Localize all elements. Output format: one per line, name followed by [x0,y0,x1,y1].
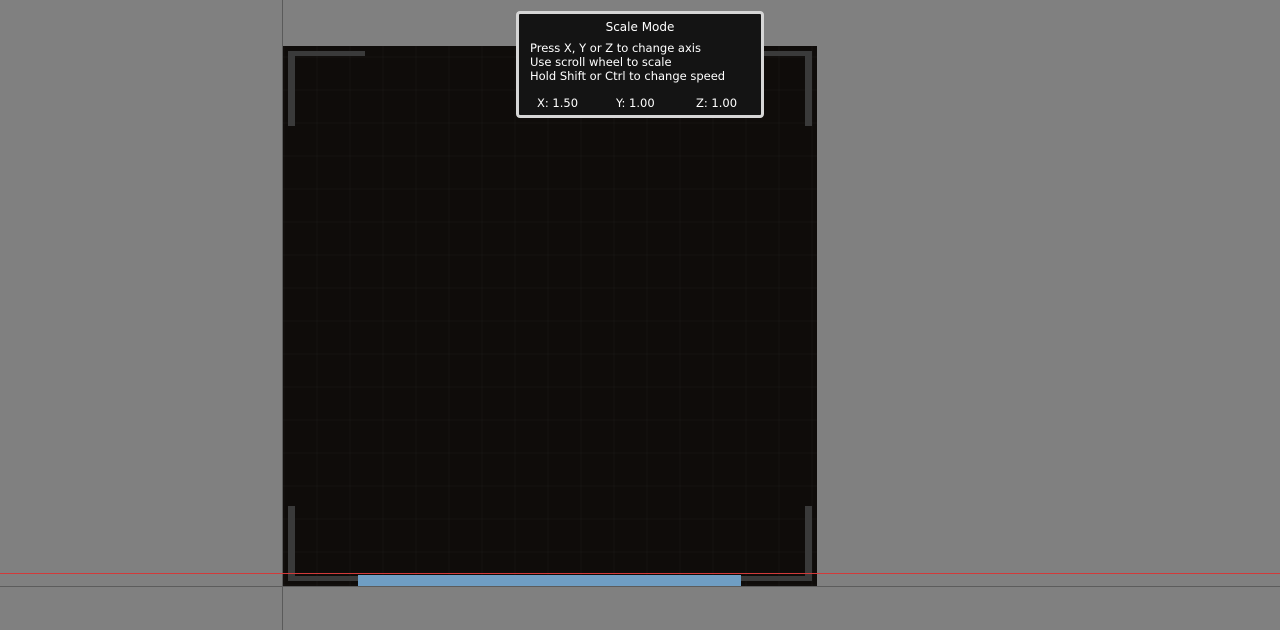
instruction-change-speed: Hold Shift or Ctrl to change speed [530,69,726,83]
x-scale-value: X: 1.50 [537,96,579,110]
instruction-change-axis: Press X, Y or Z to change axis [530,41,701,55]
scale-mode-panel: Scale Mode Press X, Y or Z to change axi… [516,11,764,118]
selection-bracket-bottom-left [288,506,365,581]
instruction-scroll-scale: Use scroll wheel to scale [530,55,672,69]
selection-bracket-top-left [288,51,365,126]
selection-highlight-bar [358,575,741,586]
x-axis-line [0,573,1280,574]
selection-bracket-bottom-right [735,506,812,581]
3d-viewport[interactable]: Scale Mode Press X, Y or Z to change axi… [0,0,1280,630]
z-scale-value: Z: 1.00 [696,96,738,110]
selection-bracket-top-right [757,51,812,126]
panel-title: Scale Mode [605,20,675,34]
selected-object[interactable] [283,46,817,586]
grid-line-horizontal [0,586,1280,587]
y-scale-value: Y: 1.00 [616,96,655,110]
